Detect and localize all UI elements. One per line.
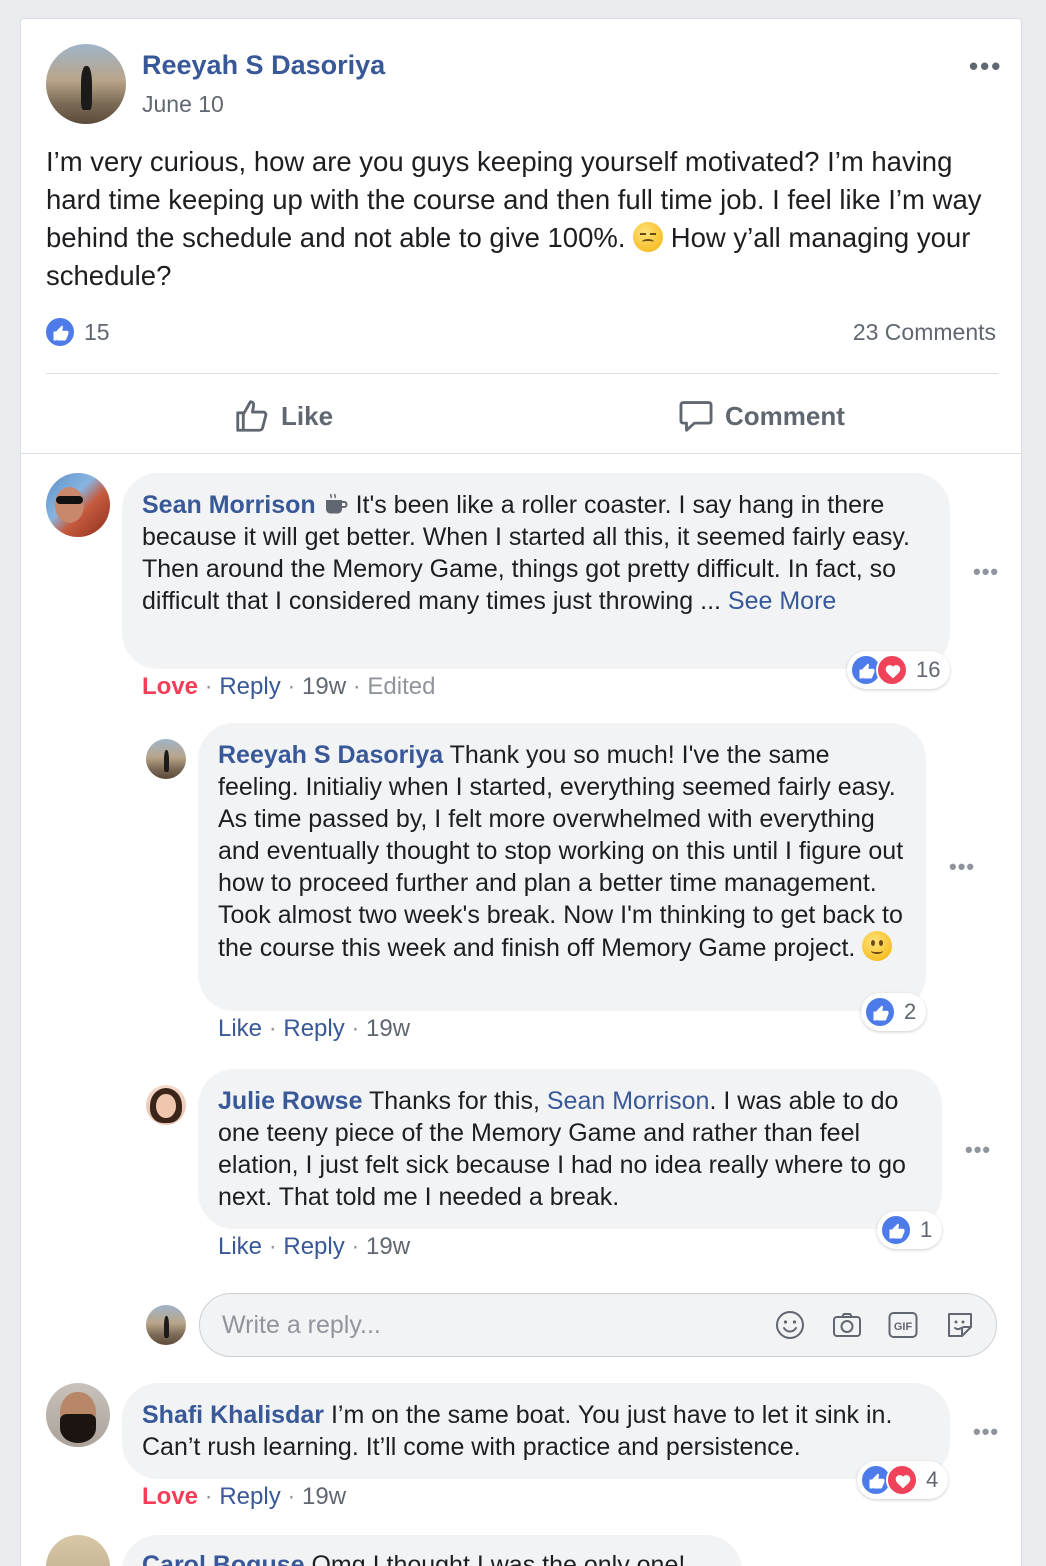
reply-time[interactable]: 19w: [366, 1015, 410, 1042]
reply-reactions-badge[interactable]: 1: [877, 1211, 943, 1249]
emoji-icon[interactable]: [774, 1309, 806, 1341]
reply-link[interactable]: Reply: [283, 1233, 344, 1260]
reply-bubble: Julie Rowse Thanks for this, Sean Morris…: [198, 1069, 942, 1229]
comment-text: Omg I thought I was the only one!: [311, 1551, 686, 1566]
commenter-avatar[interactable]: [46, 1535, 110, 1566]
svg-text:GIF: GIF: [894, 1321, 913, 1333]
comment-bubble: Shafi Khalisdar I’m on the same boat. Yo…: [122, 1383, 950, 1479]
camera-icon[interactable]: [831, 1309, 863, 1341]
reply-link[interactable]: Reply: [219, 1483, 280, 1510]
reply-author[interactable]: Julie Rowse: [218, 1087, 363, 1115]
reply-text: Thank you so much! I've the same feeling…: [218, 741, 904, 962]
post-like-button[interactable]: Like: [233, 393, 333, 439]
reactions-count: 1: [920, 1217, 933, 1242]
comment-time[interactable]: 19w: [302, 1483, 346, 1510]
reply-reactions-badge[interactable]: 2: [861, 993, 927, 1031]
reply-options-button[interactable]: •••: [949, 854, 975, 880]
reply-composer[interactable]: GIF: [199, 1293, 997, 1357]
gif-icon[interactable]: GIF: [887, 1309, 919, 1341]
edited-label[interactable]: Edited: [367, 673, 435, 700]
replier-avatar[interactable]: [146, 739, 186, 779]
like-link[interactable]: Like: [218, 1015, 262, 1042]
thumbs-up-icon: [236, 400, 268, 432]
reply-link[interactable]: Reply: [283, 1015, 344, 1042]
divider: [46, 373, 998, 374]
reply-input[interactable]: [222, 1308, 742, 1342]
current-user-avatar: [146, 1305, 186, 1345]
comment-bubble: Sean Morrison It's been like a roller co…: [122, 473, 950, 669]
post-body: I’m very curious, how are you guys keepi…: [46, 143, 996, 295]
reply-meta: Like · Reply · 19w: [218, 1015, 411, 1042]
reactions-count: 16: [916, 657, 941, 682]
comment-meta: Love · Reply · 19w · Edited: [142, 673, 436, 700]
post-comment-button[interactable]: Comment: [677, 393, 845, 439]
post-like-label: Like: [281, 400, 334, 431]
comment-author[interactable]: Carol Boguse: [142, 1551, 305, 1566]
sticker-icon[interactable]: [944, 1309, 976, 1341]
reply-author[interactable]: Reeyah S Dasoriya: [218, 741, 443, 769]
love-reaction-icon: [876, 654, 908, 686]
like-link[interactable]: Like: [218, 1233, 262, 1260]
reactions-count: 2: [904, 999, 917, 1024]
mention-link[interactable]: Sean Morrison: [547, 1087, 710, 1115]
comment-reactions-badge[interactable]: 16: [847, 651, 951, 689]
commenter-avatar[interactable]: [46, 473, 110, 537]
post-likes-count: 15: [84, 318, 110, 345]
comment-options-button[interactable]: •••: [765, 1559, 791, 1566]
smile-emoji-icon: [862, 931, 893, 961]
disappointed-emoji-icon: [633, 222, 664, 252]
coffee-icon: [325, 493, 348, 514]
love-reaction-link[interactable]: Love: [142, 1483, 198, 1510]
post-more-options-button[interactable]: •••: [969, 51, 1002, 82]
reply-link[interactable]: Reply: [219, 673, 280, 700]
love-reaction-icon: [886, 1464, 918, 1496]
post-date[interactable]: June 10: [142, 91, 224, 118]
see-more-link[interactable]: See More: [728, 587, 836, 615]
commenter-avatar[interactable]: [46, 1383, 110, 1447]
reply-meta: Like · Reply · 19w: [218, 1233, 411, 1260]
comment-time[interactable]: 19w: [302, 673, 346, 700]
replier-avatar[interactable]: [146, 1085, 186, 1125]
reply-options-button[interactable]: •••: [965, 1137, 991, 1163]
post-comments-count[interactable]: 23 Comments: [853, 319, 996, 346]
comment-options-button[interactable]: •••: [973, 559, 999, 585]
reactions-count: 4: [926, 1467, 939, 1492]
like-reaction-icon: [880, 1214, 912, 1246]
comment-reactions-badge[interactable]: 4: [857, 1461, 949, 1499]
reply-time[interactable]: 19w: [366, 1233, 410, 1260]
like-reaction-icon: [44, 316, 76, 348]
comment-meta: Love · Reply · 19w: [142, 1483, 347, 1510]
reply-text: Thanks for this,: [369, 1087, 540, 1115]
comment-author[interactable]: Sean Morrison: [142, 491, 316, 519]
divider: [21, 453, 1021, 454]
post-card: Reeyah S Dasoriya June 10 ••• I’m very c…: [20, 18, 1022, 1566]
like-reaction-icon: [864, 996, 896, 1028]
love-reaction-link[interactable]: Love: [142, 673, 198, 700]
comment-bubble: Carol Boguse Omg I thought I was the onl…: [122, 1535, 742, 1566]
comment-icon: [679, 401, 713, 432]
post-reactions-summary[interactable]: 15: [44, 316, 110, 348]
post-author-avatar[interactable]: [46, 44, 126, 124]
comment-options-button[interactable]: •••: [973, 1419, 999, 1445]
reply-bubble: Reeyah S Dasoriya Thank you so much! I'v…: [198, 723, 926, 1011]
post-comment-label: Comment: [725, 400, 845, 431]
post-author-name[interactable]: Reeyah S Dasoriya: [142, 50, 385, 81]
comment-author[interactable]: Shafi Khalisdar: [142, 1401, 324, 1429]
